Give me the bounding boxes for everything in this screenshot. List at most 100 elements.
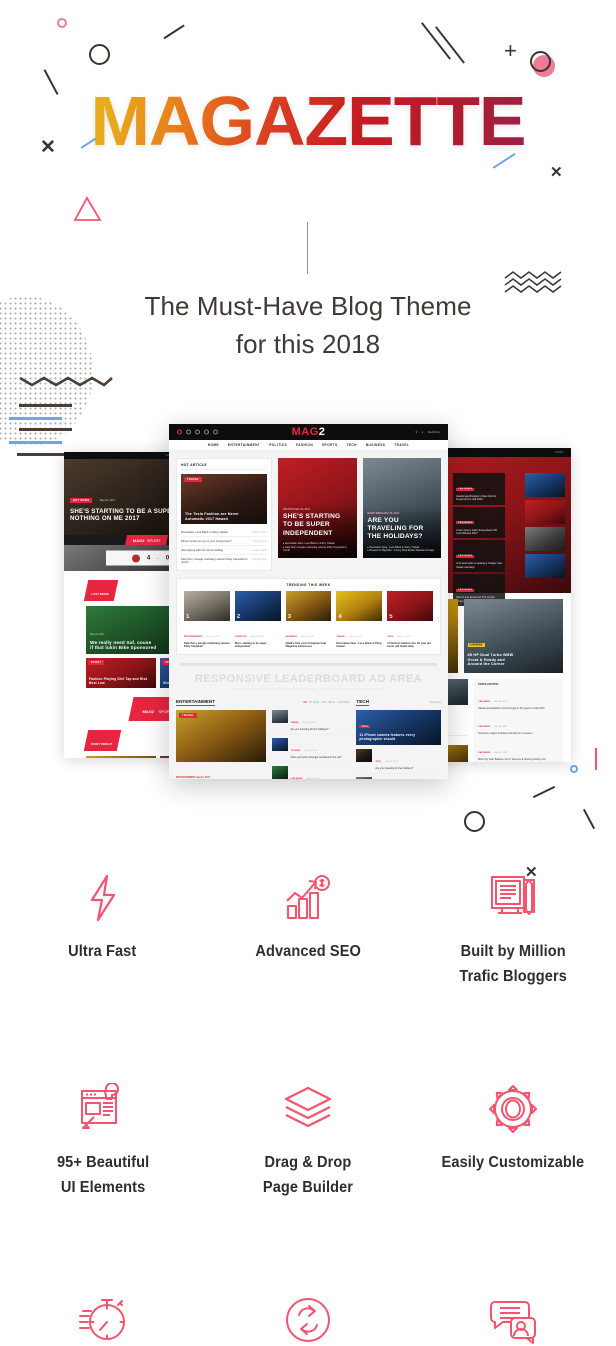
- tech-list-thumb: [356, 748, 373, 762]
- right-thumb[interactable]: [525, 500, 565, 524]
- nav-item-travel[interactable]: TRAVEL: [394, 443, 409, 447]
- tech-lead-badge: TECH: [359, 725, 371, 728]
- entertainment-list-item[interactable]: TRAVEL Aug 10, 2017 Are you traveling fo…: [271, 709, 350, 735]
- feature-label-line2: Trafic Bloggers: [459, 968, 568, 986]
- left-small-card-1[interactable]: SPORT Fashion Playing Diet Tap and Risk …: [86, 658, 156, 688]
- feature-built-by-million: Built by Million Trafic Bloggers: [411, 865, 616, 989]
- right-sidebar-item-cat: CAR NEWS: [478, 726, 491, 729]
- hot-list-item[interactable]: Decoration: Less Black in Party, Hawaii …: [181, 528, 267, 537]
- feature-card-news[interactable]: NEWS MEDIA Mar 24, 2017 ARE YOU TRAVELIN…: [362, 458, 441, 558]
- hot-list-item-date: Aug 10, 2017: [252, 539, 267, 543]
- entertainment-lead-image[interactable]: TRAVEL: [176, 709, 266, 762]
- nav-item-business[interactable]: BUSINESS: [366, 443, 386, 447]
- nav-item-sports[interactable]: SPORTS: [322, 443, 338, 447]
- right-thumb[interactable]: [525, 527, 565, 551]
- hot-article-arrows[interactable]: ‹ ›: [264, 463, 267, 467]
- entertainment-tab-film[interactable]: Film: [321, 701, 326, 704]
- entertainment-tab-liveshow[interactable]: Live Show: [337, 701, 349, 704]
- screenshot-main-demo[interactable]: MAG2 ⚲ ● SEARCH HOME ENTERTAINMENT POLIT…: [169, 424, 448, 779]
- entertainment-list-item[interactable]: TV SHOW Aug 10, 2017 Often and retiro am…: [271, 735, 350, 764]
- center-logo-accent: 2: [318, 426, 326, 438]
- right-thumb[interactable]: [525, 473, 565, 497]
- tech-view-more[interactable]: View More: [430, 701, 441, 704]
- user-icon[interactable]: ●: [422, 430, 424, 434]
- hot-list-item[interactable]: Where would you go on your honeymoon? Au…: [181, 537, 267, 546]
- trending-item-category: ENTERTAINMENT: [184, 635, 203, 638]
- center-logo-text: MAG: [291, 426, 319, 438]
- hot-article-image[interactable]: TRAVEL The Tesla Fashion are Never Autom…: [181, 474, 267, 524]
- pinterest-icon[interactable]: [213, 429, 218, 435]
- center-login-label[interactable]: SEARCH: [427, 430, 440, 434]
- center-topbar-actions[interactable]: ⚲ ● SEARCH: [415, 430, 440, 434]
- trending-item-category: TECH: [387, 635, 394, 638]
- instagram-icon[interactable]: [195, 429, 200, 435]
- entertainment-list-date: Aug 10, 2017: [303, 721, 316, 724]
- tech-list-item[interactable]: TECH Aug 10, 2017 Are you traveling for …: [356, 748, 441, 774]
- right-side-item[interactable]: CAR NEWS Lorem Ipsum when Everywhere ON …: [453, 506, 505, 539]
- right-thumb[interactable]: [525, 554, 565, 578]
- trending-heading: TRENDING THIS WEEK: [286, 583, 331, 587]
- hot-list-item[interactable]: Star playing with her french bulldog Aug…: [181, 546, 267, 555]
- trending-item[interactable]: 1 ENTERTAINMENT Aug 10, 2017 Kate Perry …: [184, 591, 230, 649]
- trending-item-title: Hawk's time your Instagram help Magazine…: [285, 641, 326, 649]
- trending-item-category: BUSINESS: [285, 635, 297, 638]
- entertainment-tab-all[interactable]: All: [303, 701, 306, 704]
- feature-card-bullet-text: Brewed for Big Ride : Luxury Real Estate…: [369, 549, 435, 553]
- promo-page: ✕ + ✕ MAGAZETTE MAGAZETTE The Must-Have …: [0, 0, 616, 1346]
- feature-label-line1: 95+ Beautiful: [56, 1154, 149, 1172]
- deco-ring-over-pink: [530, 51, 551, 72]
- trending-prev-arrow[interactable]: ‹: [179, 616, 181, 622]
- trending-item[interactable]: 4 TRAVEL Aug 10, 2017 Decoration Idea : …: [336, 591, 383, 649]
- trending-next-arrow[interactable]: ›: [436, 616, 438, 622]
- layers-icon: [279, 1076, 337, 1142]
- trending-item-number: 3: [287, 614, 291, 620]
- right-card-b-badge: CAR NEWS: [467, 643, 485, 648]
- entertainment-tab-tvshow[interactable]: TV Show: [309, 701, 320, 704]
- center-social-icons[interactable]: [177, 429, 218, 435]
- tech-lead-image[interactable]: TECH 11 iPhone camera features every pho…: [356, 709, 441, 745]
- center-navbar[interactable]: HOME ENTERTAINMENT POLITICS FASHION SPOR…: [169, 440, 448, 451]
- left-bottom-card-1[interactable]: [86, 756, 156, 758]
- twitter-icon[interactable]: [186, 429, 191, 435]
- deco-ring-dark: [89, 44, 110, 65]
- feature-card-politics[interactable]: POLITICS Mar 24, 2017 SHE'S STARTING TO …: [278, 458, 357, 558]
- nav-item-fashion[interactable]: FASHION: [296, 443, 313, 447]
- feature-card-bullet-text: Decoration Idea : Less Black in Party, H…: [369, 545, 420, 549]
- trending-item-date: Aug 10, 2017: [301, 635, 315, 638]
- right-side-item[interactable]: CAR NEWS Hawaii specification in New For…: [453, 473, 505, 505]
- right-side-item[interactable]: CAR NEWS Is its automatic is wetting a c…: [453, 540, 505, 573]
- right-card-b[interactable]: CAR NEWS 85 HP Dual Turbo BMW Great & Re…: [463, 599, 563, 673]
- entertainment-list-item[interactable]: LIVE SHOW Aug 10, 2017 This is why you a…: [271, 763, 350, 779]
- trending-item[interactable]: 3 BUSINESS Aug 10, 2017 Hawk's time your…: [285, 591, 332, 649]
- deco-line-dark-2: [163, 24, 185, 40]
- trending-item[interactable]: 2 LIFESTYLE Aug 10, 2017 She's starting …: [234, 591, 281, 649]
- entertainment-tab-music[interactable]: Music: [328, 701, 335, 704]
- tech-list-cat: TECH: [375, 760, 382, 763]
- search-icon[interactable]: ⚲: [415, 430, 417, 434]
- right-sidebar-item[interactable]: CAR NEWS Mar 24, 2017 Hawaii specificati…: [478, 689, 559, 710]
- tech-list-item[interactable]: TECH Aug 10, 2017 How to take better pho…: [356, 774, 441, 779]
- deco-ring-pink-small: [57, 18, 67, 28]
- center-logo[interactable]: MAG2: [292, 426, 326, 438]
- right-login-label[interactable]: LOGIN: [555, 451, 563, 454]
- feature-setup-full: Setup full Website in minutes: [0, 1287, 205, 1346]
- deco-zigzag-right: [503, 270, 565, 303]
- feature-card-bullet: ▸ Brewed for Big Ride : Luxury Real Esta…: [367, 549, 435, 553]
- feature-label: Easily Customizable: [442, 1150, 585, 1175]
- nav-item-politics[interactable]: POLITICS: [269, 443, 287, 447]
- right-sidebar-item-cat: CAR NEWS: [478, 751, 491, 754]
- facebook-icon[interactable]: [177, 429, 182, 435]
- nav-item-home[interactable]: HOME: [208, 443, 219, 447]
- deco-line-dark-3: [421, 22, 451, 60]
- hot-list-item[interactable]: Kate Perry Google marketing veteran Patt…: [181, 555, 267, 566]
- right-sidebar-item[interactable]: CAR NEWS Mar 24, 2017 Someone engine inc…: [478, 714, 559, 735]
- right-card-b-title-3: Around the Corner: [467, 662, 505, 667]
- nav-item-entertainment[interactable]: ENTERTAINMENT: [228, 443, 260, 447]
- youtube-icon[interactable]: [204, 429, 209, 435]
- trending-item[interactable]: 5 TECH Aug 10, 2017 11 Devices behind yo…: [387, 591, 433, 649]
- left-small-card-1-title: Fashion Playing Diet Tap and Risk Best L…: [89, 677, 148, 685]
- page-subtitle-line2: for this 2018: [235, 328, 381, 359]
- right-sidebar-item[interactable]: CAR NEWS Mar 24, 2017 Miles My Titan Bal…: [478, 740, 559, 761]
- feature-lifetime-update: Lifetime Update: [205, 1287, 410, 1346]
- nav-item-tech[interactable]: TECH: [347, 443, 357, 447]
